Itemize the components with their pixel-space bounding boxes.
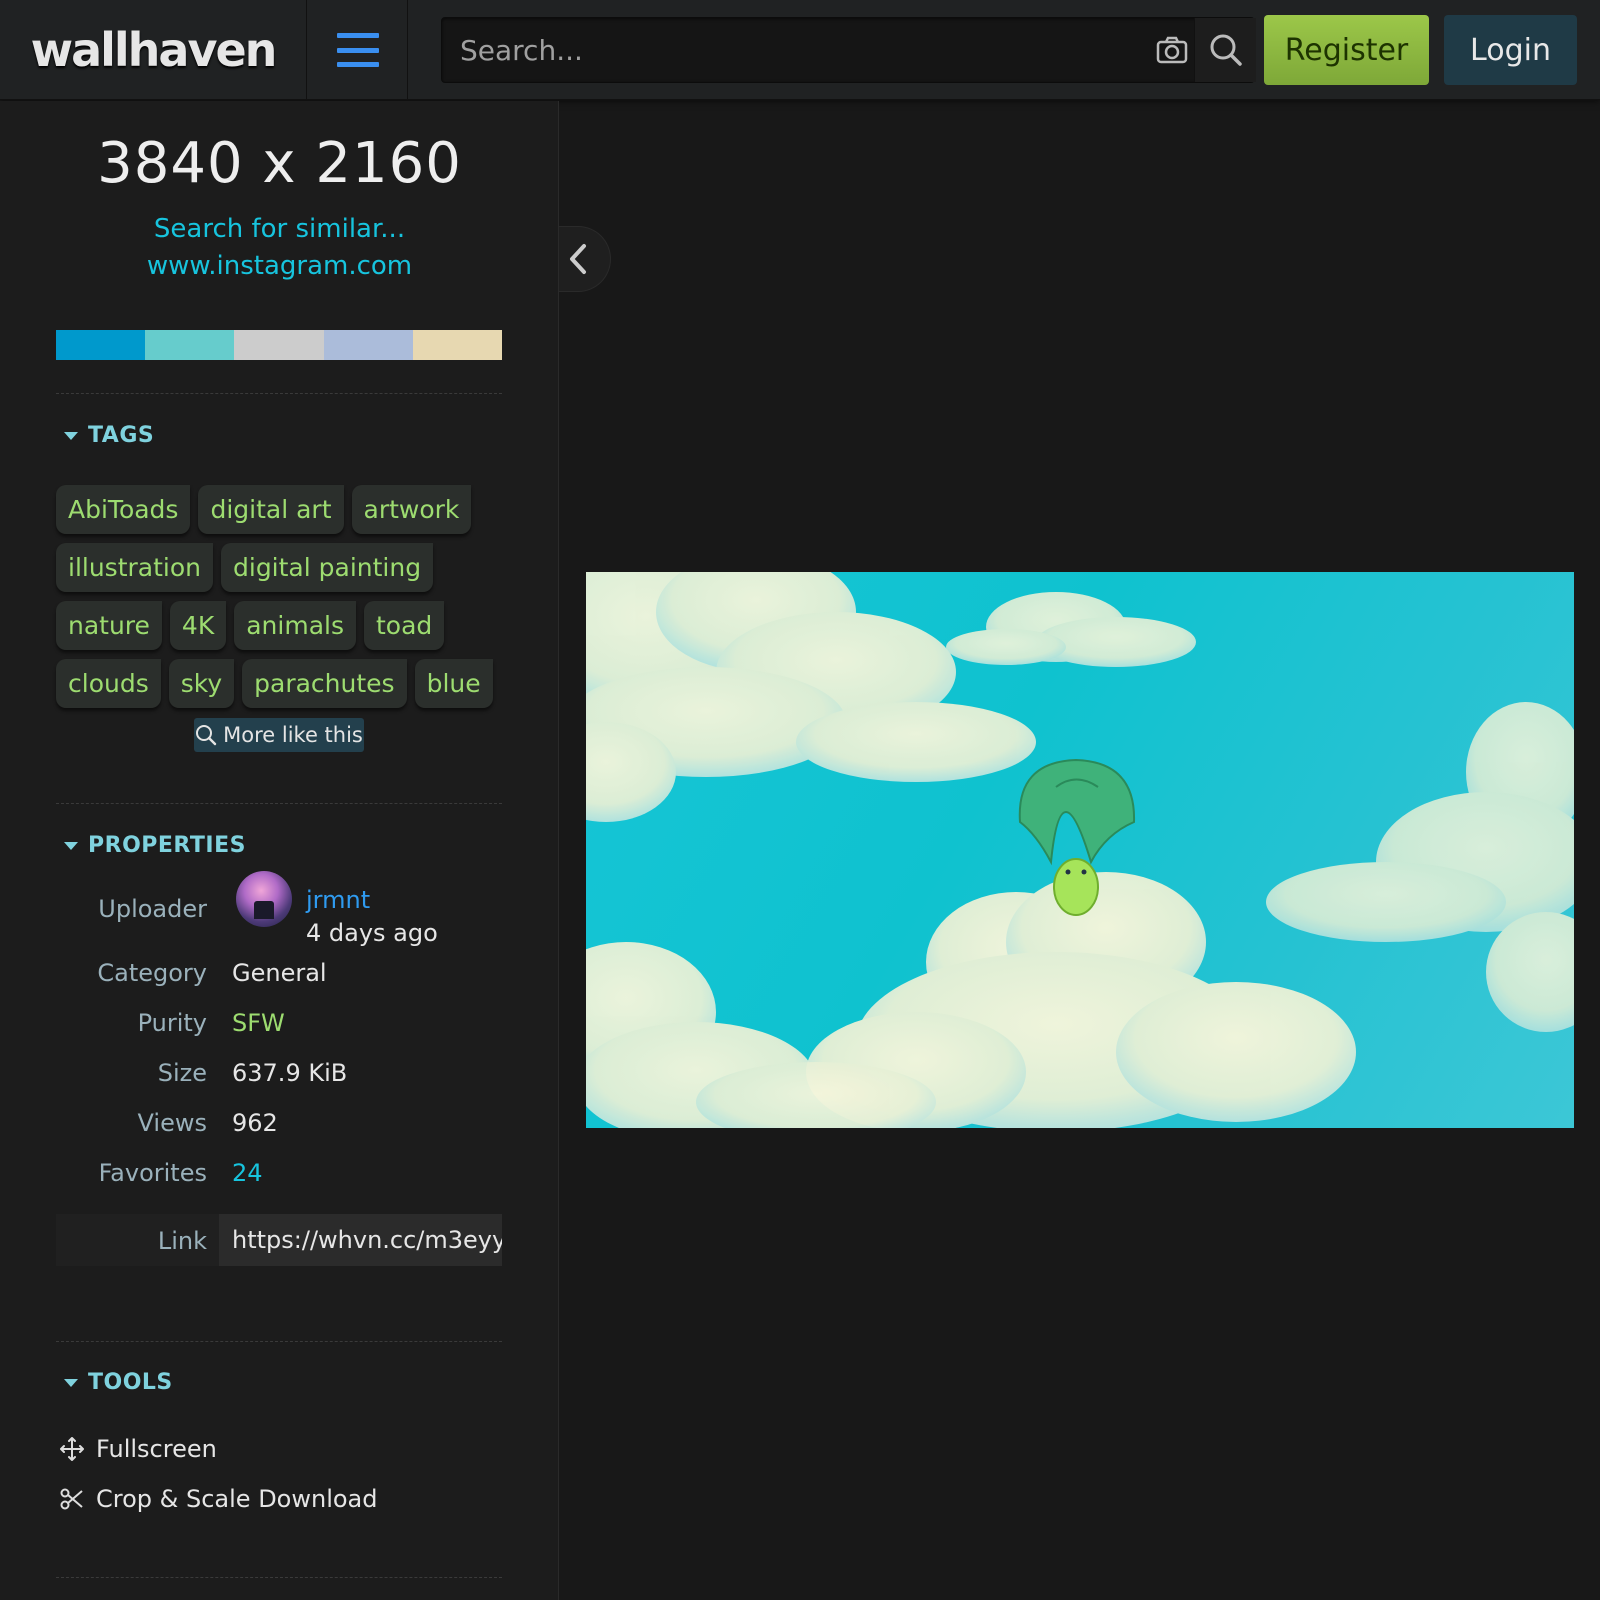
site-logo[interactable]: wallhaven xyxy=(0,0,307,100)
tag[interactable]: nature xyxy=(56,601,162,650)
properties-title: PROPERTIES xyxy=(88,833,246,858)
uploader-avatar[interactable] xyxy=(236,871,292,927)
purity-label: Purity xyxy=(137,1009,207,1037)
tag[interactable]: illustration xyxy=(56,543,213,592)
uploader-name-link[interactable]: jrmnt xyxy=(306,886,370,914)
divider xyxy=(56,803,502,804)
reverse-image-search-button[interactable] xyxy=(1142,18,1202,82)
properties-section-header[interactable]: PROPERTIES xyxy=(64,833,246,858)
more-like-this-label: More like this xyxy=(223,723,363,747)
tag[interactable]: digital painting xyxy=(221,543,434,592)
size-value: 637.9 KiB xyxy=(232,1059,348,1087)
camera-icon xyxy=(1156,36,1188,64)
caret-down-icon xyxy=(64,841,78,850)
resolution-title: 3840 x 2160 xyxy=(97,131,462,196)
tag-list: AbiToads digital art artwork illustratio… xyxy=(56,485,502,708)
tags-section-header[interactable]: TAGS xyxy=(64,423,154,448)
caret-down-icon xyxy=(64,1378,78,1387)
caret-down-icon xyxy=(64,431,78,440)
wallpaper-image[interactable] xyxy=(586,572,1574,1128)
move-arrows-icon xyxy=(60,1437,84,1461)
color-palette xyxy=(56,330,503,360)
divider xyxy=(56,1341,502,1342)
tag[interactable]: parachutes xyxy=(242,659,407,708)
fullscreen-button[interactable]: Fullscreen xyxy=(60,1435,217,1463)
tag[interactable]: artwork xyxy=(351,485,472,534)
crop-scale-download-button[interactable]: Crop & Scale Download xyxy=(60,1485,377,1513)
wallpaper-artwork xyxy=(586,572,1574,1128)
search-similar-link[interactable]: Search for similar... xyxy=(0,214,559,244)
tag[interactable]: blue xyxy=(414,659,493,708)
link-label: Link xyxy=(157,1227,207,1255)
login-button[interactable]: Login xyxy=(1444,15,1577,85)
search-button[interactable] xyxy=(1194,18,1256,82)
divider xyxy=(56,393,502,394)
tag[interactable]: animals xyxy=(234,601,356,650)
palette-swatch[interactable] xyxy=(323,330,413,360)
search-icon xyxy=(196,725,217,746)
palette-swatch[interactable] xyxy=(145,330,235,360)
hamburger-icon xyxy=(336,33,379,67)
logo-text: wallhaven xyxy=(30,23,278,77)
scissors-icon xyxy=(60,1488,83,1510)
palette-swatch[interactable] xyxy=(412,330,503,360)
views-label: Views xyxy=(137,1109,207,1137)
main-menu-button[interactable] xyxy=(308,0,408,100)
size-label: Size xyxy=(157,1059,207,1087)
divider xyxy=(56,1577,502,1578)
purity-value: SFW xyxy=(232,1009,285,1037)
search-icon xyxy=(1210,34,1242,66)
crop-scale-download-label: Crop & Scale Download xyxy=(96,1485,378,1513)
tools-title: TOOLS xyxy=(88,1370,173,1395)
tag[interactable]: digital art xyxy=(198,485,344,534)
tag[interactable]: toad xyxy=(364,601,445,650)
fullscreen-label: Fullscreen xyxy=(96,1435,217,1463)
palette-swatch[interactable] xyxy=(234,330,324,360)
favorites-link[interactable]: 24 xyxy=(232,1159,263,1187)
uploader-label: Uploader xyxy=(98,895,207,923)
tools-section-header[interactable]: TOOLS xyxy=(64,1370,173,1395)
views-value: 962 xyxy=(232,1109,278,1137)
search-input[interactable] xyxy=(442,18,1132,82)
short-link-field[interactable]: https://whvn.cc/m3eyyk xyxy=(219,1214,502,1266)
upload-time: 4 days ago xyxy=(306,919,438,947)
tag[interactable]: 4K xyxy=(169,601,227,650)
tag[interactable]: AbiToads xyxy=(56,485,191,534)
category-value: General xyxy=(232,959,327,987)
register-button[interactable]: Register xyxy=(1264,15,1429,85)
tag[interactable]: clouds xyxy=(56,659,161,708)
more-like-this-button[interactable]: More like this xyxy=(194,718,364,752)
top-header: wallhaven Register Login xyxy=(0,0,1600,100)
chevron-left-icon xyxy=(570,244,586,274)
search-bar xyxy=(441,17,1256,83)
sidebar-toggle-button[interactable] xyxy=(559,226,611,292)
source-link[interactable]: www.instagram.com xyxy=(0,251,559,281)
wallpaper-sidebar: 3840 x 2160 Search for similar... www.in… xyxy=(0,101,559,1600)
category-label: Category xyxy=(97,959,207,987)
tags-title: TAGS xyxy=(88,423,155,448)
palette-swatch[interactable] xyxy=(56,330,146,360)
favorites-label: Favorites xyxy=(98,1159,207,1187)
tag[interactable]: sky xyxy=(168,659,235,708)
